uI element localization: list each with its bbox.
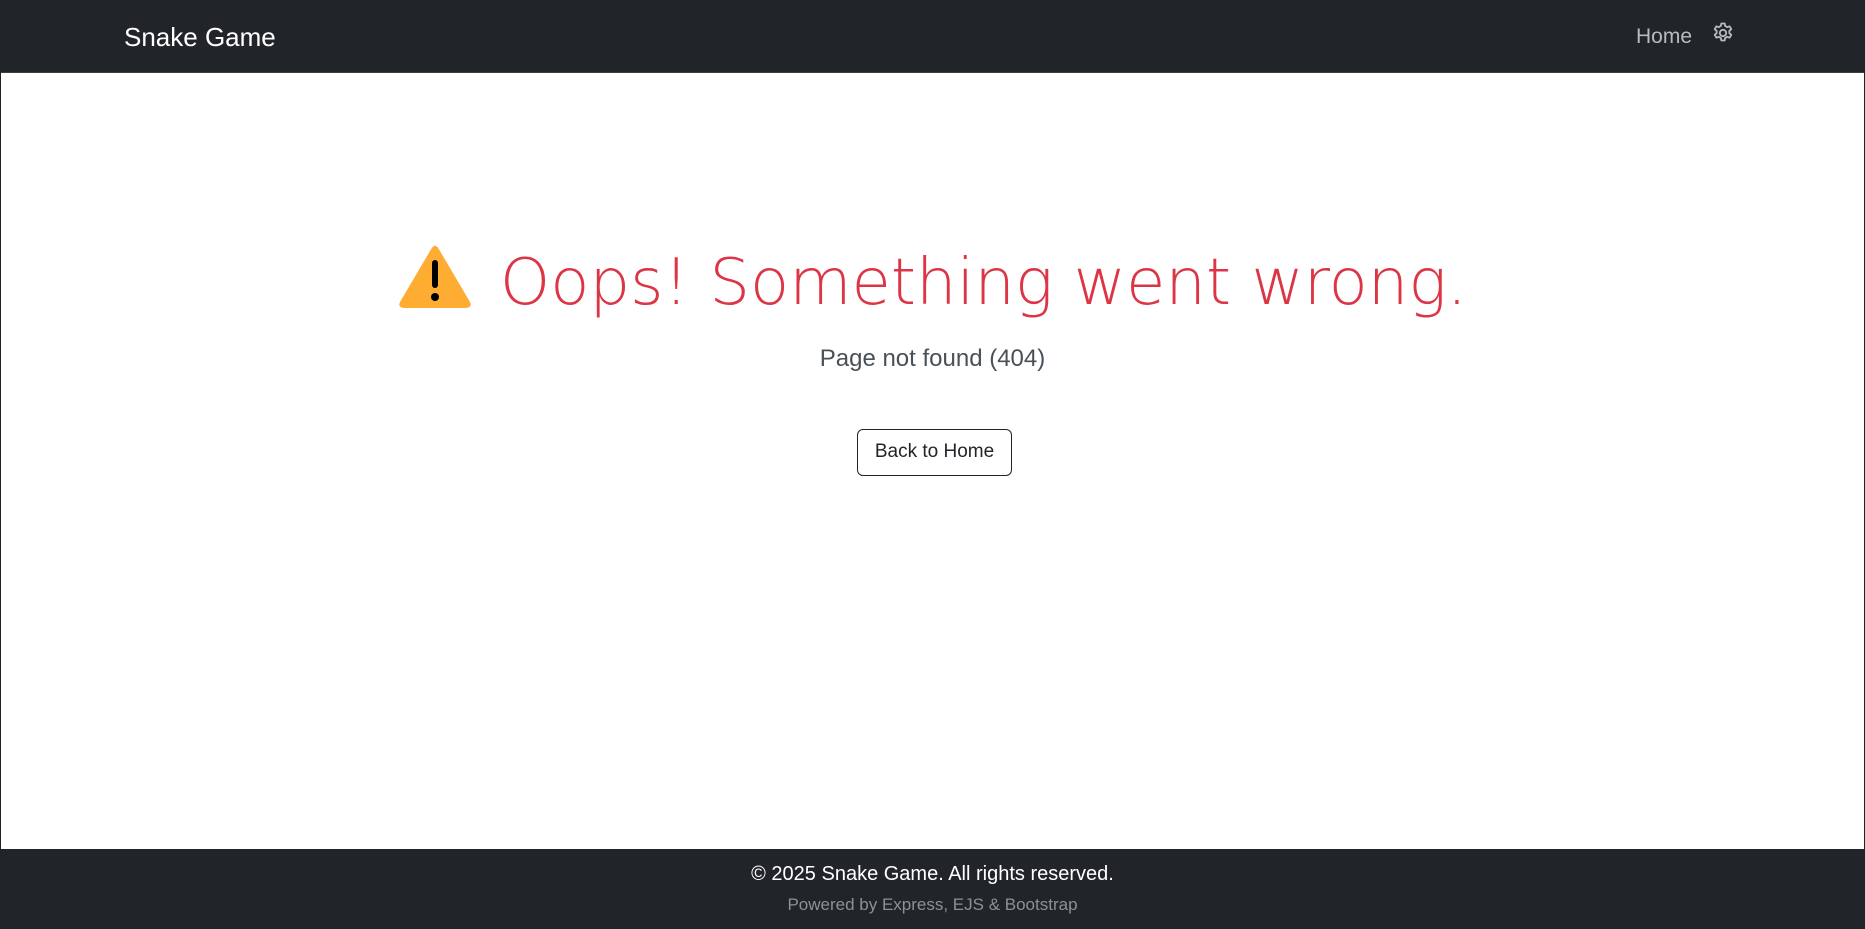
brand-link[interactable]: Snake Game [124,21,276,53]
error-message: Page not found (404) [819,345,1046,372]
navbar: Snake Game Home [1,0,1864,73]
main-content: Oops! Something went wrong. Page not fou… [1,73,1864,849]
error-headline: Oops! Something went wrong. [1,243,1864,323]
error-title: Oops! Something went wrong. [499,246,1468,320]
gear-icon[interactable] [1711,21,1735,45]
footer-powered-by: Powered by Express, EJS & Bootstrap [787,895,1078,914]
nav-home-link[interactable]: Home [1636,23,1692,51]
footer-copyright: © 2025 Snake Game. All rights reserved. [751,863,1114,885]
warning-icon [398,244,472,310]
back-to-home-button[interactable]: Back to Home [857,429,1012,476]
page: Snake Game Home Oops! Something went wro… [0,0,1865,929]
footer: © 2025 Snake Game. All rights reserved. … [1,849,1864,929]
